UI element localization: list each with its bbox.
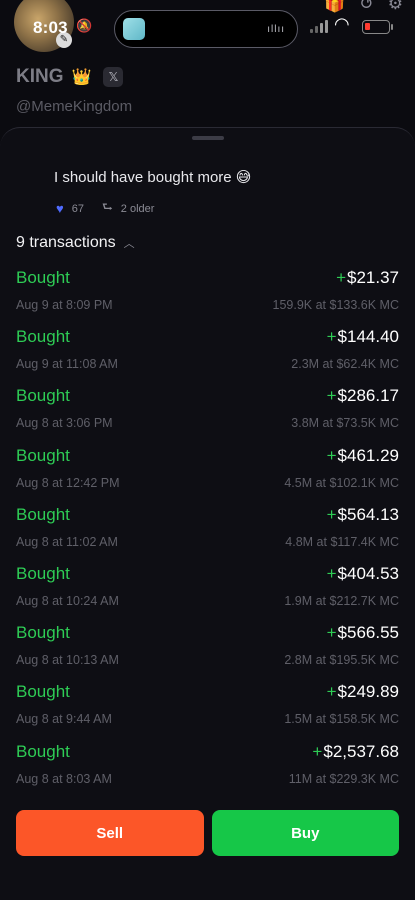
transactions-count: 9 transactions bbox=[16, 234, 116, 251]
token-handle[interactable]: @MemeKingdom bbox=[16, 98, 132, 115]
crown-icon: 👑 bbox=[71, 69, 92, 86]
transaction-row[interactable]: Bought Aug 8 at 10:13 AM +$566.55 2.8M a… bbox=[16, 623, 399, 682]
transaction-row[interactable]: Bought Aug 8 at 8:03 AM +$2,537.68 11M a… bbox=[16, 742, 399, 801]
top-actions: 🎁 ↺ ⚙ bbox=[324, 0, 403, 14]
transaction-detail: 2.3M at $62.4K MC bbox=[291, 357, 399, 372]
transaction-date: Aug 8 at 10:24 AM bbox=[16, 593, 119, 608]
transaction-date: Aug 8 at 11:02 AM bbox=[16, 534, 118, 549]
trade-actions: Sell Buy bbox=[16, 810, 399, 856]
transaction-amount: +$2,537.68 bbox=[312, 741, 399, 761]
settings-gear-icon[interactable]: ⚙ bbox=[388, 0, 403, 14]
transaction-type: Bought bbox=[16, 268, 70, 287]
transaction-detail: 3.8M at $73.5K MC bbox=[291, 416, 399, 431]
status-bar: ✎ 8:03 🔕 ıllıı 🎁 ↺ ⚙ ◠ bbox=[0, 0, 415, 52]
transaction-date: Aug 9 at 8:09 PM bbox=[16, 298, 113, 312]
sheet-grabber[interactable] bbox=[192, 136, 224, 140]
battery-icon bbox=[362, 20, 390, 34]
transaction-detail: 11M at $229.3K MC bbox=[288, 771, 399, 786]
transactions-sheet: I should have bought more 😅 ♥ 67 ⮑ 2 old… bbox=[0, 127, 415, 900]
transaction-type: Bought bbox=[16, 327, 70, 347]
comment-text: I should have bought more 😅 bbox=[54, 169, 252, 186]
transaction-row[interactable]: Bought Aug 8 at 12:42 PM +$461.29 4.5M a… bbox=[16, 446, 399, 505]
transaction-detail: 4.5M at $102.1K MC bbox=[284, 475, 399, 490]
transaction-detail: 4.8M at $117.4K MC bbox=[285, 534, 399, 549]
transaction-date: Aug 9 at 11:08 AM bbox=[16, 357, 118, 372]
sell-button[interactable]: Sell bbox=[16, 810, 204, 856]
history-icon[interactable]: ↺ bbox=[360, 0, 374, 14]
transaction-amount: +$566.55 bbox=[326, 623, 399, 643]
transaction-row[interactable]: Bought Aug 8 at 3:06 PM +$286.17 3.8M at… bbox=[16, 386, 399, 445]
transaction-amount: +$249.89 bbox=[326, 682, 399, 702]
cellular-signal-icon bbox=[310, 20, 328, 33]
transaction-amount: +$286.17 bbox=[326, 386, 399, 406]
transaction-row[interactable]: Bought Aug 9 at 8:09 PM +$21.37 159.9K a… bbox=[16, 268, 399, 327]
transaction-type: Bought bbox=[16, 445, 70, 465]
transaction-detail: 159.9K at $133.6K MC bbox=[272, 298, 399, 312]
audio-wave-icon: ıllıı bbox=[267, 24, 285, 35]
transactions-toggle[interactable]: 9 transactions ︿ bbox=[16, 234, 135, 252]
transaction-type: Bought bbox=[16, 563, 70, 583]
battery-level bbox=[365, 23, 370, 30]
buy-button[interactable]: Buy bbox=[211, 810, 399, 856]
transaction-amount: +$461.29 bbox=[326, 445, 399, 465]
transaction-detail: 2.8M at $195.5K MC bbox=[284, 653, 399, 668]
older-replies-link[interactable]: 2 older bbox=[121, 203, 155, 215]
transaction-detail: 1.5M at $158.5K MC bbox=[284, 712, 399, 727]
older-replies-icon[interactable]: ⮑ bbox=[102, 198, 113, 219]
token-title: KING bbox=[16, 66, 64, 87]
wifi-icon: ◠ bbox=[334, 14, 350, 34]
transaction-amount: +$564.13 bbox=[326, 504, 399, 524]
dynamic-island[interactable]: ıllıı bbox=[114, 10, 298, 48]
transaction-amount: +$144.40 bbox=[326, 327, 399, 347]
transaction-type: Bought bbox=[16, 741, 70, 761]
transaction-row[interactable]: Bought Aug 8 at 10:24 AM +$404.53 1.9M a… bbox=[16, 564, 399, 623]
token-header: KING 👑 𝕏 @MemeKingdom bbox=[16, 66, 132, 115]
transaction-amount: +$404.53 bbox=[326, 563, 399, 583]
transaction-date: Aug 8 at 10:13 AM bbox=[16, 653, 119, 668]
transaction-date: Aug 8 at 12:42 PM bbox=[16, 475, 120, 490]
transaction-amount: +$21.37 bbox=[336, 268, 399, 287]
silent-mode-icon: 🔕 bbox=[76, 18, 93, 33]
comment-meta: ♥ 67 ⮑ 2 older bbox=[56, 198, 154, 219]
now-playing-thumbnail bbox=[123, 18, 145, 40]
status-time: 8:03 bbox=[33, 18, 68, 37]
transaction-row[interactable]: Bought Aug 8 at 9:44 AM +$249.89 1.5M at… bbox=[16, 682, 399, 741]
transaction-row[interactable]: Bought Aug 8 at 11:02 AM +$564.13 4.8M a… bbox=[16, 505, 399, 564]
transaction-type: Bought bbox=[16, 623, 70, 643]
transaction-type: Bought bbox=[16, 504, 70, 524]
gift-icon[interactable]: 🎁 bbox=[324, 0, 345, 14]
transactions-list: Bought Aug 9 at 8:09 PM +$21.37 159.9K a… bbox=[16, 268, 399, 801]
chevron-up-icon: ︿ bbox=[123, 238, 135, 250]
like-heart-icon[interactable]: ♥ bbox=[56, 201, 64, 216]
transaction-date: Aug 8 at 3:06 PM bbox=[16, 416, 113, 431]
transaction-date: Aug 8 at 8:03 AM bbox=[16, 771, 112, 786]
transaction-type: Bought bbox=[16, 386, 70, 406]
transaction-type: Bought bbox=[16, 682, 70, 702]
transaction-detail: 1.9M at $212.7K MC bbox=[284, 593, 399, 608]
like-count: 67 bbox=[71, 202, 84, 215]
x-link-icon[interactable]: 𝕏 bbox=[103, 67, 124, 87]
transaction-row[interactable]: Bought Aug 9 at 11:08 AM +$144.40 2.3M a… bbox=[16, 327, 399, 386]
transaction-date: Aug 8 at 9:44 AM bbox=[16, 712, 112, 727]
